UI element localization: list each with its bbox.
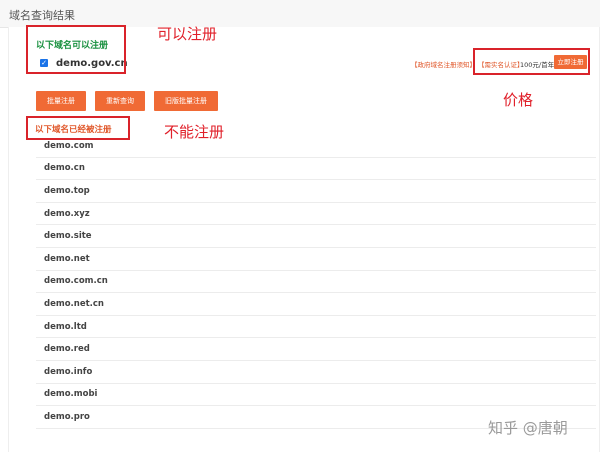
watermark: 知乎 @唐朝 <box>488 419 568 437</box>
list-item: demo.net <box>36 248 596 271</box>
page-header: 域名查询结果 <box>0 0 600 28</box>
list-item: demo.mobi <box>36 384 596 407</box>
annotation-cannot-register: 不能注册 <box>164 123 225 141</box>
annotation-box-taken <box>26 116 130 140</box>
list-item: demo.ltd <box>36 316 596 339</box>
list-item: demo.com.cn <box>36 271 596 294</box>
page-title: 域名查询结果 <box>9 9 75 22</box>
annotation-price: 价格 <box>503 91 534 109</box>
legacy-batch-register-button[interactable]: 旧版批量注册 <box>154 91 218 111</box>
annotation-box-available <box>26 25 126 74</box>
annotation-can-register: 可以注册 <box>157 25 218 43</box>
list-item: demo.cn <box>36 158 596 181</box>
list-item: demo.top <box>36 180 596 203</box>
list-item: demo.info <box>36 361 596 384</box>
requery-button[interactable]: 重新查询 <box>95 91 145 111</box>
annotation-box-price <box>473 48 590 75</box>
list-item: demo.site <box>36 225 596 248</box>
list-item: demo.xyz <box>36 203 596 226</box>
batch-register-button[interactable]: 批量注册 <box>36 91 86 111</box>
list-item: demo.red <box>36 338 596 361</box>
list-item: demo.net.cn <box>36 293 596 316</box>
gov-domain-notice-link[interactable]: 【政府域名注册须知】 <box>411 59 476 69</box>
taken-domain-list: demo.com demo.cn demo.top demo.xyz demo.… <box>36 135 596 429</box>
